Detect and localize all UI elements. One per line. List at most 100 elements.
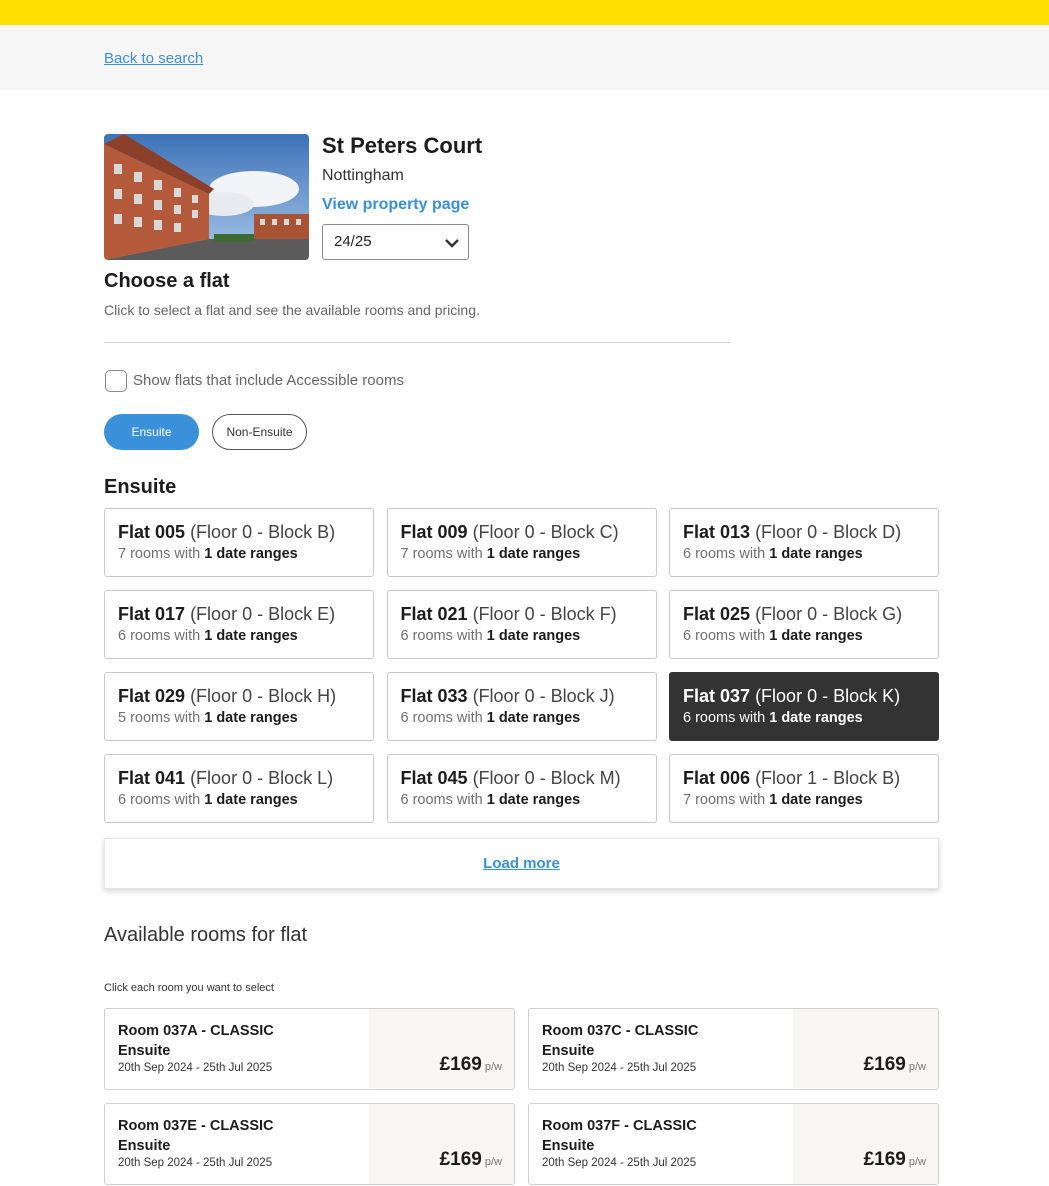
ensuite-filter-button[interactable]: Ensuite — [104, 414, 199, 450]
flat-title: Flat 033 (Floor 0 - Block J) — [401, 684, 643, 708]
flat-card[interactable]: Flat 013 (Floor 0 - Block D) 6 rooms with… — [669, 508, 939, 577]
flat-card[interactable]: Flat 045 (Floor 0 - Block M) 6 rooms with… — [386, 754, 657, 823]
view-property-link[interactable]: View property page — [322, 196, 469, 214]
room-dates: 20th Sep 2024 - 25th Jul 2025 — [118, 1157, 273, 1169]
flat-summary: 6 rooms with 1 date ranges — [118, 626, 360, 646]
academic-year-value: 24/25 — [334, 233, 372, 250]
flat-card[interactable]: Flat 029 (Floor 0 - Block H) 5 rooms with… — [104, 672, 374, 741]
flat-date-ranges: 1 date ranges — [769, 792, 863, 808]
academic-year-select[interactable]: 24/25 — [322, 224, 469, 260]
room-card[interactable]: Room 037F - CLASSIC Ensuite 20th Sep 2024 … — [528, 1103, 939, 1185]
flat-floor: (Floor 0 - Block H) — [190, 686, 337, 706]
room-price-unit: p/w — [908, 1061, 926, 1073]
price-panel — [793, 1104, 938, 1184]
flat-title: Flat 006 (Floor 1 - Block B) — [683, 766, 925, 790]
flat-date-ranges: 1 date ranges — [204, 546, 298, 562]
flat-name: Flat 045 — [400, 768, 468, 788]
room-type: Ensuite — [118, 1138, 171, 1154]
flat-floor: (Floor 0 - Block B) — [190, 522, 336, 542]
room-price-unit: p/w — [484, 1156, 502, 1168]
room-price-amount: £169 — [439, 1054, 482, 1075]
flat-date-ranges: 1 date ranges — [486, 546, 581, 562]
price-panel — [793, 1009, 938, 1089]
flat-title: Flat 037 (Floor 0 - Block K) — [683, 684, 925, 708]
flat-summary: 6 rooms with 1 date ranges — [683, 626, 925, 646]
flat-name: Flat 013 — [683, 522, 751, 542]
flat-room-count: 7 rooms with — [400, 546, 483, 562]
flat-title: Flat 029 (Floor 0 - Block H) — [118, 684, 360, 708]
flat-summary: 7 rooms with 1 date ranges — [401, 544, 643, 564]
flat-title: Flat 009 (Floor 0 - Block C) — [401, 520, 643, 544]
flat-floor: (Floor 0 - Block J) — [472, 686, 615, 706]
flat-room-count: 6 rooms with — [118, 628, 201, 644]
room-type: Ensuite — [118, 1043, 171, 1059]
brand-strip — [0, 0, 1049, 25]
flat-card[interactable]: Flat 009 (Floor 0 - Block C) 7 rooms with… — [386, 508, 657, 577]
choose-flat-title: Choose a flat — [104, 270, 230, 292]
flat-floor: (Floor 0 - Block L) — [190, 768, 334, 788]
room-card[interactable]: Room 037A - CLASSIC Ensuite 20th Sep 2024 … — [104, 1008, 515, 1090]
flat-summary: 6 rooms with 1 date ranges — [118, 790, 360, 810]
flat-date-ranges: 1 date ranges — [769, 628, 863, 644]
room-price: £169 p/w — [864, 1054, 926, 1076]
flat-card[interactable]: Flat 006 (Floor 1 - Block B) 7 rooms with… — [669, 754, 939, 823]
flat-summary: 6 rooms with 1 date ranges — [401, 708, 643, 728]
flat-title: Flat 021 (Floor 0 - Block F) — [401, 602, 643, 626]
flat-date-ranges: 1 date ranges — [204, 628, 298, 644]
flat-card[interactable]: Flat 033 (Floor 0 - Block J) 6 rooms with… — [386, 672, 657, 741]
room-name: Room 037A - CLASSIC — [118, 1023, 274, 1039]
room-grid: Room 037A - CLASSIC Ensuite 20th Sep 2024 … — [104, 1008, 939, 1185]
flat-floor: (Floor 0 - Block M) — [472, 768, 621, 788]
price-panel — [369, 1104, 514, 1184]
room-price-amount: £169 — [863, 1149, 906, 1170]
room-card[interactable]: Room 037C - CLASSIC Ensuite 20th Sep 2024 … — [528, 1008, 939, 1090]
flat-date-ranges: 1 date ranges — [769, 546, 863, 562]
load-more-button[interactable]: Load more — [104, 838, 939, 889]
room-type: Ensuite — [542, 1138, 595, 1154]
flat-room-count: 6 rooms with — [400, 628, 483, 644]
flat-card[interactable]: Flat 005 (Floor 0 - Block B) 7 rooms with… — [104, 508, 374, 577]
room-price-unit: p/w — [484, 1061, 502, 1073]
room-card[interactable]: Room 037E - CLASSIC Ensuite 20th Sep 2024 … — [104, 1103, 515, 1185]
room-price-amount: £169 — [439, 1149, 482, 1170]
flat-title: Flat 013 (Floor 0 - Block D) — [683, 520, 925, 544]
flat-card[interactable]: Flat 037 (Floor 0 - Block K) 6 rooms with… — [669, 672, 939, 741]
flat-date-ranges: 1 date ranges — [204, 792, 298, 808]
non-ensuite-filter-button[interactable]: Non-Ensuite — [212, 414, 307, 450]
property-city: Nottingham — [322, 167, 404, 184]
flat-floor: (Floor 0 - Block F) — [472, 604, 617, 624]
flat-summary: 5 rooms with 1 date ranges — [118, 708, 360, 728]
flat-floor: (Floor 0 - Block C) — [472, 522, 619, 542]
flat-room-count: 5 rooms with — [118, 710, 201, 726]
room-name: Room 037F - CLASSIC — [542, 1118, 697, 1134]
flat-floor: (Floor 0 - Block K) — [755, 686, 901, 706]
flat-date-ranges: 1 date ranges — [204, 710, 298, 726]
flat-title: Flat 041 (Floor 0 - Block L) — [118, 766, 360, 790]
accessible-rooms-checkbox[interactable] — [105, 370, 127, 392]
flat-room-count: 7 rooms with — [118, 546, 201, 562]
flat-card[interactable]: Flat 021 (Floor 0 - Block F) 6 rooms with… — [386, 590, 657, 659]
flat-room-count: 6 rooms with — [683, 710, 766, 726]
accessible-rooms-label: Show flats that include Accessible rooms — [133, 372, 404, 389]
flat-room-count: 6 rooms with — [400, 710, 483, 726]
flat-card[interactable]: Flat 041 (Floor 0 - Block L) 6 rooms with… — [104, 754, 374, 823]
room-price-amount: £169 — [863, 1054, 906, 1075]
available-rooms-subtitle: Click each room you want to select — [104, 982, 274, 994]
room-type: Ensuite — [542, 1043, 595, 1059]
price-panel — [369, 1009, 514, 1089]
flat-card[interactable]: Flat 017 (Floor 0 - Block E) 6 rooms with… — [104, 590, 374, 659]
flat-name: Flat 021 — [400, 604, 468, 624]
flat-room-count: 6 rooms with — [118, 792, 201, 808]
room-price: £169 p/w — [440, 1054, 502, 1076]
room-price-unit: p/w — [908, 1156, 926, 1168]
choose-flat-subtitle: Click to select a flat and see the avail… — [104, 302, 480, 318]
flat-room-count: 6 rooms with — [683, 628, 766, 644]
flat-name: Flat 037 — [683, 686, 751, 706]
flat-date-ranges: 1 date ranges — [769, 710, 863, 726]
available-rooms-title: Available rooms for flat — [104, 924, 308, 946]
flat-date-ranges: 1 date ranges — [486, 710, 581, 726]
flat-name: Flat 006 — [683, 768, 751, 788]
flat-card[interactable]: Flat 025 (Floor 0 - Block G) 6 rooms with… — [669, 590, 939, 659]
flat-summary: 7 rooms with 1 date ranges — [118, 544, 360, 564]
back-to-search-link[interactable]: Back to search — [104, 50, 203, 67]
